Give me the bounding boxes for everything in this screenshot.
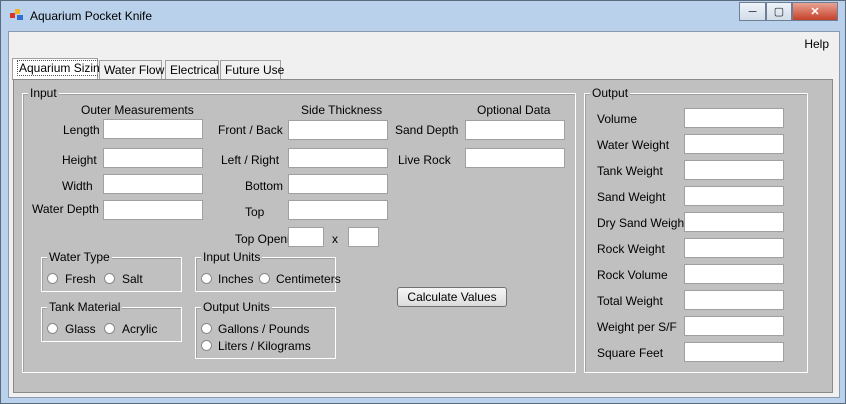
- square-feet-label: Square Feet: [597, 346, 664, 360]
- tab-future-use[interactable]: Future Use: [220, 60, 285, 79]
- tab-label: Water Flow: [104, 63, 165, 77]
- sand-depth-label: Sand Depth: [395, 123, 459, 137]
- fresh-label[interactable]: Fresh: [65, 272, 96, 286]
- salt-label[interactable]: Salt: [122, 272, 143, 286]
- water-depth-label: Water Depth: [32, 202, 99, 216]
- maximize-icon: ▢: [773, 6, 785, 18]
- salt-radio[interactable]: [104, 273, 115, 284]
- output-units-title: Output Units: [201, 300, 272, 314]
- bottom-label: Bottom: [245, 179, 284, 193]
- liters-kilograms-label[interactable]: Liters / Kilograms: [218, 339, 311, 353]
- water-weight-output[interactable]: [684, 134, 784, 154]
- client-area: Help Aquarium Sizing Water Flow Electric…: [8, 31, 840, 398]
- live-rock-field[interactable]: [465, 148, 565, 168]
- tab-page-aquarium-sizing: Input Outer Measurements Side Thickness …: [13, 79, 833, 393]
- tank-weight-label: Tank Weight: [597, 164, 663, 178]
- fresh-radio[interactable]: [47, 273, 58, 284]
- gallons-pounds-radio[interactable]: [201, 323, 212, 334]
- output-group: Output Volume Water Weight Tank Weight S…: [584, 87, 808, 373]
- volume-label: Volume: [597, 112, 638, 126]
- height-label: Height: [62, 153, 97, 167]
- sand-weight-output[interactable]: [684, 186, 784, 206]
- total-weight-output[interactable]: [684, 290, 784, 310]
- width-label: Width: [62, 179, 93, 193]
- tab-water-flow[interactable]: Water Flow: [99, 60, 165, 79]
- maximize-button[interactable]: ▢: [766, 2, 792, 21]
- rock-volume-label: Rock Volume: [597, 268, 668, 282]
- calculate-values-button[interactable]: Calculate Values: [397, 287, 507, 307]
- tab-electrical[interactable]: Electrical: [165, 60, 219, 79]
- tank-weight-output[interactable]: [684, 160, 784, 180]
- close-button[interactable]: ✕: [792, 2, 838, 21]
- centimeters-radio[interactable]: [259, 273, 270, 284]
- title-bar[interactable]: Aquarium Pocket Knife ─ ▢ ✕: [1, 1, 845, 31]
- side-thickness-heading: Side Thickness: [301, 103, 383, 117]
- length-field[interactable]: [103, 119, 203, 139]
- app-window: Aquarium Pocket Knife ─ ▢ ✕ Help Aquariu…: [0, 0, 846, 404]
- live-rock-label: Live Rock: [398, 153, 451, 167]
- tab-label: Aquarium Sizing: [17, 60, 109, 76]
- height-field[interactable]: [103, 148, 203, 168]
- inches-radio[interactable]: [201, 273, 212, 284]
- rock-weight-output[interactable]: [684, 238, 784, 258]
- rock-volume-output[interactable]: [684, 264, 784, 284]
- close-icon: ✕: [810, 6, 820, 18]
- top-opening-length-field[interactable]: [348, 227, 379, 247]
- output-group-title: Output: [590, 86, 631, 100]
- output-units-group: Output Units Gallons / Pounds Liters / K…: [195, 301, 336, 359]
- tank-material-group: Tank Material Glass Acrylic: [41, 301, 182, 342]
- top-label: Top: [245, 205, 265, 219]
- optional-data-heading: Optional Data: [477, 103, 551, 117]
- input-group: Input Outer Measurements Side Thickness …: [22, 87, 576, 373]
- tab-aquarium-sizing[interactable]: Aquarium Sizing: [12, 58, 109, 80]
- top-opening-width-field[interactable]: [288, 227, 324, 247]
- weight-per-sf-label: Weight per S/F: [597, 320, 677, 334]
- dry-sand-weight-label: Dry Sand Weight: [597, 216, 688, 230]
- liters-kilograms-radio[interactable]: [201, 340, 212, 351]
- water-depth-field[interactable]: [103, 200, 203, 220]
- front-back-label: Front / Back: [218, 123, 283, 137]
- calculate-values-label: Calculate Values: [407, 290, 497, 304]
- minimize-icon: ─: [748, 5, 757, 18]
- acrylic-label[interactable]: Acrylic: [122, 322, 157, 336]
- app-icon: [10, 9, 24, 21]
- sand-weight-label: Sand Weight: [597, 190, 666, 204]
- inches-label[interactable]: Inches: [218, 272, 253, 286]
- length-label: Length: [63, 123, 100, 137]
- acrylic-radio[interactable]: [104, 323, 115, 334]
- square-feet-output[interactable]: [684, 342, 784, 362]
- glass-radio[interactable]: [47, 323, 58, 334]
- window-title: Aquarium Pocket Knife: [30, 9, 153, 23]
- front-back-field[interactable]: [288, 120, 388, 140]
- weight-per-sf-output[interactable]: [684, 316, 784, 336]
- menu-help[interactable]: Help: [804, 37, 829, 51]
- water-type-title: Water Type: [47, 250, 112, 264]
- dry-sand-weight-output[interactable]: [684, 212, 784, 232]
- left-right-label: Left / Right: [221, 153, 280, 167]
- width-field[interactable]: [103, 174, 203, 194]
- bottom-field[interactable]: [288, 174, 388, 194]
- tab-label: Future Use: [225, 63, 285, 77]
- tab-label: Electrical: [170, 63, 219, 77]
- outer-measurements-heading: Outer Measurements: [81, 103, 194, 117]
- input-units-title: Input Units: [201, 250, 263, 264]
- input-group-title: Input: [28, 86, 59, 100]
- gallons-pounds-label[interactable]: Gallons / Pounds: [218, 322, 309, 336]
- sand-depth-field[interactable]: [465, 120, 565, 140]
- rock-weight-label: Rock Weight: [597, 242, 665, 256]
- tank-material-title: Tank Material: [47, 300, 123, 314]
- glass-label[interactable]: Glass: [65, 322, 96, 336]
- total-weight-label: Total Weight: [597, 294, 663, 308]
- water-weight-label: Water Weight: [597, 138, 670, 152]
- minimize-button[interactable]: ─: [739, 2, 766, 21]
- left-right-field[interactable]: [288, 148, 388, 168]
- top-opening-x-label: x: [332, 232, 338, 246]
- top-field[interactable]: [288, 200, 388, 220]
- water-type-group: Water Type Fresh Salt: [41, 251, 182, 292]
- input-units-group: Input Units Inches Centimeters: [195, 251, 341, 292]
- volume-output[interactable]: [684, 108, 784, 128]
- centimeters-label[interactable]: Centimeters: [276, 272, 341, 286]
